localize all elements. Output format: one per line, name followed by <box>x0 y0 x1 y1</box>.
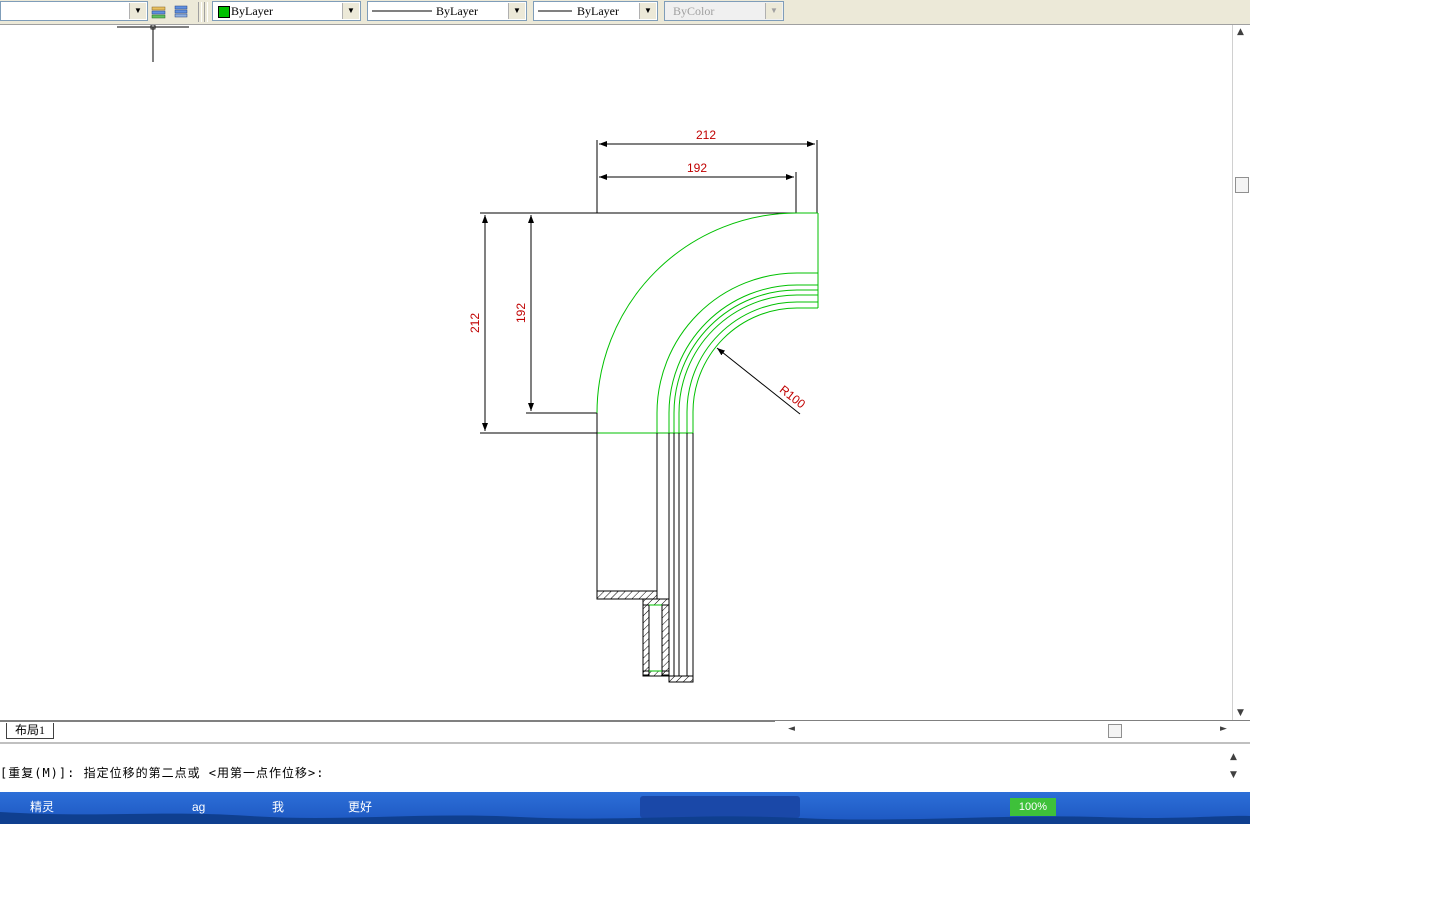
dimension-top-inner[interactable]: 192 <box>599 161 797 213</box>
command-scroll-down-icon[interactable]: ▼ <box>1230 770 1237 780</box>
layer-combo[interactable]: ▼ <box>0 1 148 21</box>
linetype-combo-value: ByLayer <box>436 4 478 18</box>
lineweight-combo[interactable]: ByLayer ▼ <box>533 1 658 21</box>
command-scrollbar[interactable]: ▲ ▼ <box>1228 752 1242 786</box>
scroll-up-icon[interactable]: ▲ <box>1237 27 1244 37</box>
color-combo-dropdown-icon[interactable]: ▼ <box>342 3 359 19</box>
plotstyle-combo: ByColor ▼ <box>664 1 784 21</box>
command-scroll-up-icon[interactable]: ▲ <box>1230 752 1237 762</box>
plotstyle-combo-dropdown-icon: ▼ <box>765 3 782 19</box>
drawing-svg[interactable]: 212 192 212 192 R100 <box>0 25 1232 720</box>
toolbar-separator <box>198 2 202 22</box>
command-prompt-text: [重复(M)]: 指定位移的第二点或 <用第一点作位移>: <box>0 766 325 780</box>
make-object-layer-current-icon[interactable] <box>149 2 169 22</box>
color-combo[interactable]: ByLayer ▼ <box>212 1 361 21</box>
dimension-text-212-left: 212 <box>468 313 482 333</box>
radius-text: R100 <box>777 383 808 412</box>
horizontal-scroll-thumb[interactable] <box>1108 724 1122 738</box>
color-swatch <box>218 6 230 18</box>
tab-layout1[interactable]: 布局1 <box>6 723 55 739</box>
dimension-text-192-left: 192 <box>514 303 528 323</box>
scroll-down-icon[interactable]: ▼ <box>1237 708 1244 718</box>
torn-edge-overlay <box>0 812 1250 824</box>
dimension-text-212-top: 212 <box>696 128 716 142</box>
layer-combo-dropdown-icon[interactable]: ▼ <box>129 3 146 19</box>
plotstyle-combo-value: ByColor <box>673 4 715 18</box>
dimension-left-inner[interactable]: 192 <box>514 215 597 414</box>
scroll-left-icon[interactable]: ◄ <box>788 724 795 734</box>
vertical-scrollbar[interactable]: ▲ ▼ <box>1232 25 1251 720</box>
scroll-right-icon[interactable]: ► <box>1220 724 1227 734</box>
command-window[interactable]: [重复(M)]: 指定位移的第二点或 <用第一点作位移>: ▲ ▼ <box>0 742 1250 794</box>
color-combo-value: ByLayer <box>231 4 273 18</box>
crosshair-cursor <box>117 25 189 62</box>
linetype-combo[interactable]: ByLayer ▼ <box>367 1 527 21</box>
dimension-text-192-top: 192 <box>687 161 707 175</box>
linetype-combo-dropdown-icon[interactable]: ▼ <box>508 3 525 19</box>
lineweight-combo-value: ByLayer <box>577 4 619 18</box>
horizontal-scrollbar[interactable]: ◄ ► <box>778 723 1230 738</box>
layout-tab-bar: 布局1 ◄ ► <box>0 720 1250 741</box>
properties-toolbar: ▼ ByLayer ▼ ByLayer ▼ ByLayer ▼ ByColor … <box>0 0 1250 25</box>
elbow-geometry[interactable] <box>596 212 819 434</box>
toolbar-separator <box>204 2 208 22</box>
lineweight-combo-dropdown-icon[interactable]: ▼ <box>639 3 656 19</box>
tab-divider <box>0 721 775 722</box>
drawing-canvas[interactable]: 212 192 212 192 R100 <box>0 25 1232 720</box>
vertical-scroll-thumb[interactable] <box>1235 177 1249 193</box>
layer-previous-icon[interactable] <box>171 2 191 22</box>
radius-dimension[interactable]: R100 <box>716 347 808 415</box>
